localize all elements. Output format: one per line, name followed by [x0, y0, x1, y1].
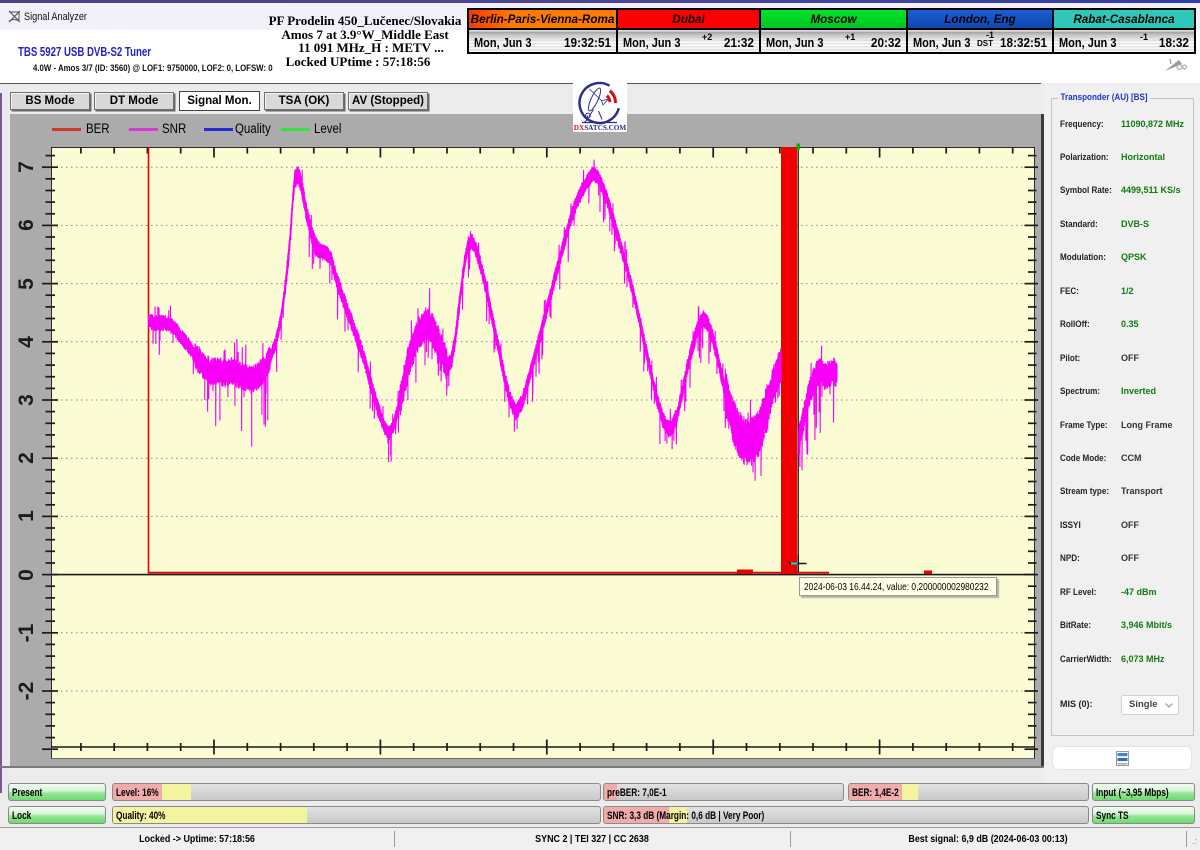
svg-text:DXSATCS.COM: DXSATCS.COM: [574, 124, 627, 132]
